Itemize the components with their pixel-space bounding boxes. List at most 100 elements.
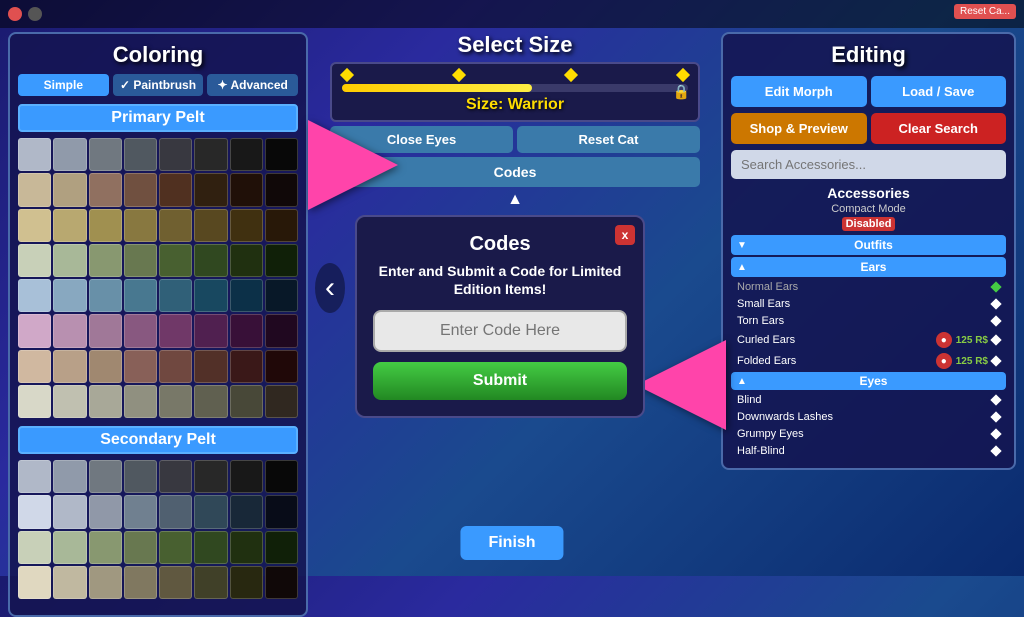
color-cell[interactable] xyxy=(18,460,51,493)
color-cell[interactable] xyxy=(265,531,298,564)
color-cell[interactable] xyxy=(230,138,263,171)
left-nav-chevron[interactable]: ‹ xyxy=(315,263,345,313)
list-item-normal-ears[interactable]: Normal Ears xyxy=(731,279,1006,295)
list-item-half-blind[interactable]: Half-Blind xyxy=(731,443,1006,459)
edit-morph-button[interactable]: Edit Morph xyxy=(731,76,867,107)
color-cell[interactable] xyxy=(230,279,263,312)
color-cell[interactable] xyxy=(53,314,86,347)
reset-cat-button[interactable]: Reset Cat xyxy=(517,126,700,153)
color-cell[interactable] xyxy=(53,350,86,383)
color-cell[interactable] xyxy=(159,350,192,383)
color-cell[interactable] xyxy=(230,209,263,242)
color-cell[interactable] xyxy=(18,138,51,171)
tab-paintbrush[interactable]: ✓ Paintbrush xyxy=(113,74,204,96)
color-cell[interactable] xyxy=(194,460,227,493)
color-cell[interactable] xyxy=(53,209,86,242)
category-ears[interactable]: ▲ Ears xyxy=(731,257,1006,277)
color-cell[interactable] xyxy=(194,314,227,347)
color-cell[interactable] xyxy=(53,531,86,564)
tab-simple[interactable]: Simple xyxy=(18,74,109,96)
color-cell[interactable] xyxy=(265,350,298,383)
color-cell[interactable] xyxy=(89,244,122,277)
color-cell[interactable] xyxy=(230,460,263,493)
color-cell[interactable] xyxy=(124,566,157,599)
color-cell[interactable] xyxy=(159,314,192,347)
color-cell[interactable] xyxy=(124,385,157,418)
list-item-blind[interactable]: Blind xyxy=(731,392,1006,408)
color-cell[interactable] xyxy=(230,314,263,347)
color-cell[interactable] xyxy=(230,385,263,418)
list-item-torn-ears[interactable]: Torn Ears xyxy=(731,313,1006,329)
color-cell[interactable] xyxy=(89,279,122,312)
list-item-small-ears[interactable]: Small Ears xyxy=(731,296,1006,312)
color-cell[interactable] xyxy=(194,209,227,242)
color-cell[interactable] xyxy=(194,350,227,383)
color-cell[interactable] xyxy=(18,385,51,418)
color-cell[interactable] xyxy=(89,209,122,242)
color-cell[interactable] xyxy=(124,209,157,242)
color-cell[interactable] xyxy=(159,460,192,493)
color-cell[interactable] xyxy=(159,495,192,528)
modal-close-button[interactable]: x xyxy=(615,225,635,245)
color-cell[interactable] xyxy=(194,138,227,171)
color-cell[interactable] xyxy=(124,350,157,383)
clear-search-button[interactable]: Clear Search xyxy=(871,113,1007,144)
color-cell[interactable] xyxy=(265,173,298,206)
color-cell[interactable] xyxy=(89,138,122,171)
color-cell[interactable] xyxy=(89,314,122,347)
load-save-button[interactable]: Load / Save xyxy=(871,76,1007,107)
color-cell[interactable] xyxy=(194,385,227,418)
code-input[interactable] xyxy=(373,310,627,352)
color-cell[interactable] xyxy=(159,279,192,312)
reset-button[interactable]: Reset Ca... xyxy=(954,4,1016,19)
color-cell[interactable] xyxy=(159,244,192,277)
color-cell[interactable] xyxy=(194,279,227,312)
color-cell[interactable] xyxy=(53,495,86,528)
color-cell[interactable] xyxy=(230,350,263,383)
color-cell[interactable] xyxy=(265,138,298,171)
color-cell[interactable] xyxy=(265,566,298,599)
color-cell[interactable] xyxy=(53,173,86,206)
color-cell[interactable] xyxy=(53,244,86,277)
color-cell[interactable] xyxy=(194,531,227,564)
color-cell[interactable] xyxy=(53,279,86,312)
shop-preview-button[interactable]: Shop & Preview xyxy=(731,113,867,144)
color-cell[interactable] xyxy=(53,566,86,599)
color-cell[interactable] xyxy=(124,138,157,171)
color-cell[interactable] xyxy=(265,495,298,528)
color-cell[interactable] xyxy=(124,173,157,206)
color-cell[interactable] xyxy=(230,495,263,528)
list-item-grumpy-eyes[interactable]: Grumpy Eyes xyxy=(731,426,1006,442)
color-cell[interactable] xyxy=(89,350,122,383)
color-cell[interactable] xyxy=(18,566,51,599)
color-cell[interactable] xyxy=(194,566,227,599)
list-item-downwards-lashes[interactable]: Downwards Lashes xyxy=(731,409,1006,425)
color-cell[interactable] xyxy=(89,495,122,528)
color-cell[interactable] xyxy=(124,495,157,528)
color-cell[interactable] xyxy=(194,495,227,528)
color-cell[interactable] xyxy=(53,138,86,171)
submit-code-button[interactable]: Submit xyxy=(373,362,627,400)
color-cell[interactable] xyxy=(159,173,192,206)
list-item-curled-ears[interactable]: Curled Ears ● 125 R$ xyxy=(731,330,1006,350)
color-cell[interactable] xyxy=(230,566,263,599)
color-cell[interactable] xyxy=(230,173,263,206)
color-cell[interactable] xyxy=(230,531,263,564)
color-cell[interactable] xyxy=(18,279,51,312)
color-cell[interactable] xyxy=(265,209,298,242)
color-cell[interactable] xyxy=(230,244,263,277)
search-accessories-input[interactable] xyxy=(731,150,1006,179)
color-cell[interactable] xyxy=(53,460,86,493)
color-cell[interactable] xyxy=(89,385,122,418)
category-eyes[interactable]: ▲ Eyes xyxy=(731,372,1006,390)
color-cell[interactable] xyxy=(159,209,192,242)
color-cell[interactable] xyxy=(265,314,298,347)
color-cell[interactable] xyxy=(265,385,298,418)
color-cell[interactable] xyxy=(159,138,192,171)
color-cell[interactable] xyxy=(265,244,298,277)
color-cell[interactable] xyxy=(159,531,192,564)
color-cell[interactable] xyxy=(124,460,157,493)
color-cell[interactable] xyxy=(124,531,157,564)
color-cell[interactable] xyxy=(124,314,157,347)
finish-button[interactable]: Finish xyxy=(460,526,563,560)
